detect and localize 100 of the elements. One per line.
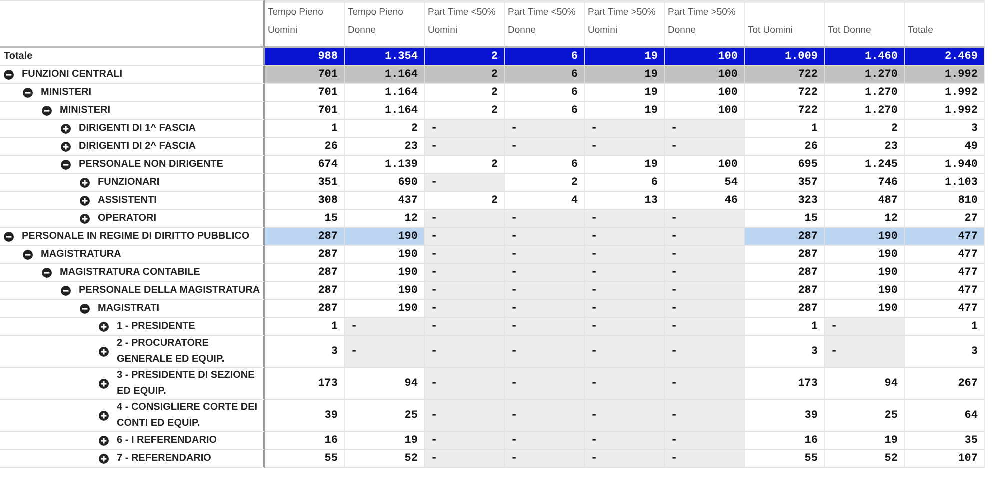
expand-icon[interactable] <box>99 322 109 332</box>
table-cell: - <box>425 228 505 246</box>
table-cell: 437 <box>345 192 425 210</box>
table-cell: 39 <box>745 400 825 432</box>
table-cell: 287 <box>265 282 345 300</box>
table-cell: - <box>425 174 505 192</box>
table-cell: 701 <box>265 66 345 84</box>
table-cell: 695 <box>745 156 825 174</box>
table-cell: 23 <box>825 138 905 156</box>
collapse-icon[interactable] <box>61 160 71 170</box>
table-cell: 6 <box>585 174 665 192</box>
table-cell: - <box>585 300 665 318</box>
table-cell: - <box>665 450 745 468</box>
table-cell: - <box>505 138 585 156</box>
table-cell: 190 <box>345 246 425 264</box>
collapse-icon[interactable] <box>42 106 52 116</box>
table-cell: 15 <box>265 210 345 228</box>
table-cell: - <box>425 432 505 450</box>
table-cell: - <box>425 264 505 282</box>
table-cell: - <box>425 246 505 264</box>
table-cell: - <box>585 432 665 450</box>
table-cell: 487 <box>825 192 905 210</box>
table-cell: 477 <box>905 282 985 300</box>
expand-icon[interactable] <box>80 214 90 224</box>
table-cell: 2.469 <box>905 48 985 66</box>
table-cell: 1 <box>745 120 825 138</box>
table-cell: 4 <box>505 192 585 210</box>
table-cell: 1.992 <box>905 102 985 120</box>
table-cell: 64 <box>905 400 985 432</box>
expand-icon[interactable] <box>99 436 109 446</box>
table-cell: 55 <box>265 450 345 468</box>
table-cell: 19 <box>585 66 665 84</box>
row-label: MAGISTRATURA CONTABILE <box>60 266 200 280</box>
table-cell: 19 <box>825 432 905 450</box>
row-label: PERSONALE NON DIRIGENTE <box>79 158 224 172</box>
table-cell: - <box>665 300 745 318</box>
collapse-icon[interactable] <box>4 70 14 80</box>
table-cell: 1.354 <box>345 48 425 66</box>
table-cell: - <box>585 228 665 246</box>
table-cell: 190 <box>825 228 905 246</box>
expand-icon[interactable] <box>99 454 109 464</box>
table-cell: 287 <box>265 264 345 282</box>
table-cell: 19 <box>585 156 665 174</box>
table-cell: 190 <box>345 300 425 318</box>
collapse-icon[interactable] <box>23 88 33 98</box>
table-cell: 323 <box>745 192 825 210</box>
table-cell: - <box>665 336 745 368</box>
table-cell: 1 <box>265 318 345 336</box>
expand-icon[interactable] <box>80 196 90 206</box>
collapse-icon[interactable] <box>61 286 71 296</box>
table-cell: 477 <box>905 246 985 264</box>
collapse-icon[interactable] <box>23 250 33 260</box>
table-cell: 107 <box>905 450 985 468</box>
table-cell: 1.460 <box>825 48 905 66</box>
table-cell: 477 <box>905 228 985 246</box>
table-cell: 49 <box>905 138 985 156</box>
table-cell: - <box>585 318 665 336</box>
table-cell: 2 <box>425 156 505 174</box>
table-cell: - <box>505 318 585 336</box>
table-cell: - <box>665 228 745 246</box>
table-cell: 16 <box>265 432 345 450</box>
row-label: 4 - CONSIGLIERE CORTE DEI CONTI ED EQUIP. <box>117 401 259 430</box>
table-cell: 1.270 <box>825 102 905 120</box>
table-cell: - <box>665 368 745 400</box>
table-cell: - <box>585 246 665 264</box>
expand-icon[interactable] <box>61 124 71 134</box>
table-cell: - <box>585 120 665 138</box>
collapse-icon[interactable] <box>4 232 14 242</box>
table-cell: 23 <box>345 138 425 156</box>
expand-icon[interactable] <box>99 378 109 388</box>
table-cell: 3 <box>745 336 825 368</box>
table-cell: 52 <box>345 450 425 468</box>
expand-icon[interactable] <box>80 178 90 188</box>
table-cell: 46 <box>665 192 745 210</box>
table-cell: 308 <box>265 192 345 210</box>
table-cell: 1.270 <box>825 84 905 102</box>
table-cell: 55 <box>745 450 825 468</box>
collapse-icon[interactable] <box>42 268 52 278</box>
row-label: 6 - I REFERENDARIO <box>117 434 218 448</box>
expand-icon[interactable] <box>99 410 109 420</box>
row-label: MINISTERI <box>41 86 92 100</box>
table-cell: 19 <box>585 102 665 120</box>
expand-icon[interactable] <box>99 346 109 356</box>
row-label: MAGISTRATI <box>98 302 160 316</box>
table-cell: - <box>345 336 425 368</box>
row-label: FUNZIONI CENTRALI <box>22 68 123 82</box>
table-cell: 3 <box>905 120 985 138</box>
collapse-icon[interactable] <box>80 304 90 314</box>
expand-icon[interactable] <box>61 142 71 152</box>
row-label: FUNZIONARI <box>98 176 160 190</box>
table-cell: 2 <box>425 192 505 210</box>
table-cell: 190 <box>345 228 425 246</box>
table-cell: 690 <box>345 174 425 192</box>
table-cell: 6 <box>505 84 585 102</box>
table-cell: - <box>665 246 745 264</box>
table-cell: - <box>665 282 745 300</box>
table-cell: 100 <box>665 102 745 120</box>
table-cell: 1.164 <box>345 66 425 84</box>
table-cell: 674 <box>265 156 345 174</box>
table-cell: - <box>425 368 505 400</box>
